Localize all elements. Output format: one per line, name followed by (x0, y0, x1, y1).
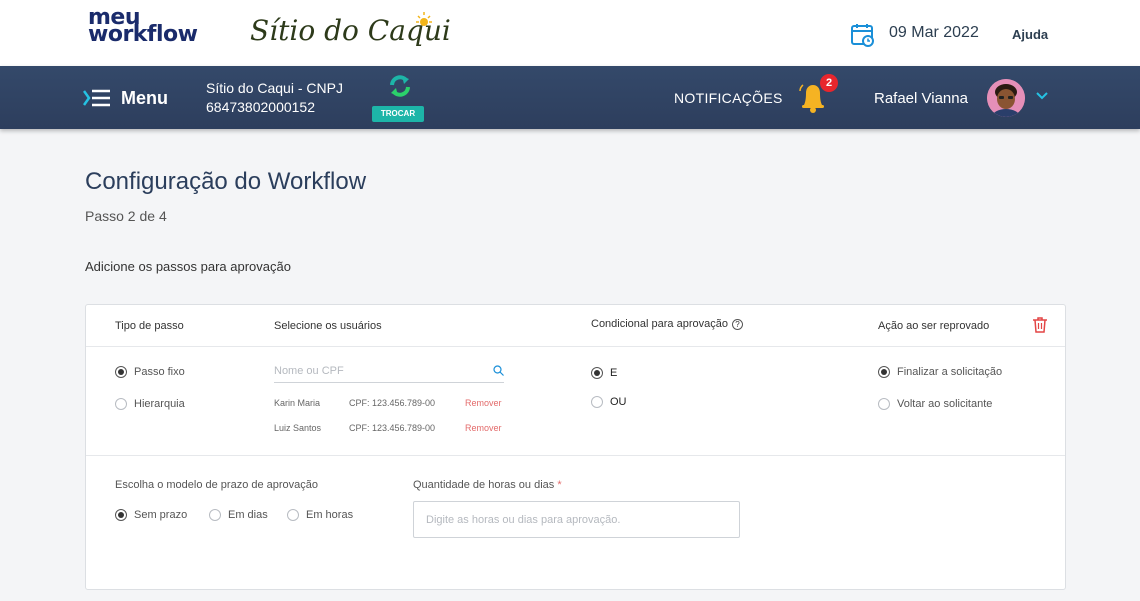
header-step-type: Tipo de passo (115, 320, 184, 332)
radio-voltar-solicitante[interactable]: Voltar ao solicitante (878, 398, 992, 410)
radio-label: Sem prazo (134, 509, 188, 521)
remove-user-button[interactable]: Remover (465, 423, 502, 433)
radio-indicator (878, 398, 890, 410)
user-cpf-cell: CPF: 123.456.789-00 (349, 423, 436, 433)
radio-label: Em horas (306, 509, 354, 521)
quantity-label-text: Quantidade de horas ou dias (413, 479, 555, 491)
current-date: 09 Mar 2022 (889, 24, 979, 41)
header-select-users: Selecione os usuários (274, 320, 382, 332)
header-approval-condition-label: Condicional para aprovação (591, 318, 728, 330)
user-search-field (274, 361, 504, 383)
user-cpf-cell: CPF: 123.456.789-00 (349, 398, 436, 408)
avatar-image (987, 79, 1025, 117)
radio-condition-ou[interactable]: OU (591, 396, 627, 408)
section-divider (86, 455, 1065, 456)
radio-selected-indicator (591, 367, 603, 379)
card-header: Tipo de passo Selecione os usuários Cond… (86, 305, 1065, 347)
radio-indicator (287, 509, 299, 521)
radio-indicator (115, 398, 127, 410)
radio-label: Voltar ao solicitante (897, 398, 993, 410)
menu-label: Menu (121, 87, 168, 108)
radio-label: OU (610, 396, 627, 408)
swap-company-button[interactable]: TROCAR (372, 106, 424, 122)
radio-selected-indicator (878, 366, 890, 378)
radio-em-dias[interactable]: Em dias (209, 509, 268, 521)
radio-selected-indicator (115, 509, 127, 521)
page-title: Configuração do Workflow (85, 168, 367, 195)
avatar[interactable] (987, 79, 1025, 117)
search-icon[interactable] (493, 365, 504, 376)
radio-condition-e[interactable]: E (591, 367, 617, 379)
logo-text-bottom: workflow (88, 22, 198, 47)
sun-icon (416, 12, 432, 26)
trash-icon[interactable] (1032, 316, 1048, 334)
instruction-text: Adicione os passos para aprovação (85, 259, 291, 274)
radio-passo-fixo[interactable]: Passo fixo (115, 366, 185, 378)
hours-days-input[interactable] (413, 501, 740, 538)
radio-label: Hierarquia (134, 398, 185, 410)
hamburger-menu-icon (83, 89, 110, 107)
radio-label: Finalizar a solicitação (897, 366, 1003, 378)
company-cnpj: 68473802000152 (206, 99, 316, 115)
header-approval-condition: Condicional para aprovação? (591, 318, 743, 330)
radio-finalizar-solicitacao[interactable]: Finalizar a solicitação (878, 366, 1002, 378)
step-indicator: Passo 2 de 4 (85, 208, 167, 224)
radio-sem-prazo[interactable]: Sem prazo (115, 509, 187, 521)
list-item: Luiz Santos CPF: 123.456.789-00 Remover (274, 423, 506, 437)
user-name-cell: Karin Maria (274, 398, 321, 408)
user-name[interactable]: Rafael Vianna (874, 90, 968, 107)
swap-icon[interactable] (387, 73, 413, 99)
notifications-badge: 2 (820, 74, 838, 92)
header-reject-action: Ação ao ser reprovado (878, 320, 990, 332)
chevron-down-icon[interactable] (1035, 90, 1049, 102)
user-name-cell: Luiz Santos (274, 423, 322, 433)
quantity-label: Quantidade de horas ou dias * (413, 479, 562, 491)
main-navbar: Menu (0, 66, 1140, 129)
notifications-label[interactable]: NOTIFICAÇÕES (674, 90, 783, 106)
radio-em-horas[interactable]: Em horas (287, 509, 353, 521)
top-header: meu workflow Sítio do Caqui 09 Mar 2022 … (0, 0, 1140, 66)
help-circle-icon[interactable]: ? (731, 319, 743, 330)
search-input[interactable] (274, 361, 484, 381)
deadline-model-label: Escolha o modelo de prazo de aprovação (115, 479, 319, 491)
company-name: Sítio do Caqui - CNPJ (206, 80, 343, 96)
approval-step-card: Tipo de passo Selecione os usuários Cond… (85, 304, 1066, 590)
radio-indicator (591, 396, 603, 408)
radio-selected-indicator (115, 366, 127, 378)
radio-hierarquia[interactable]: Hierarquia (115, 398, 185, 410)
radio-indicator (209, 509, 221, 521)
radio-label: Em dias (228, 509, 268, 521)
help-link[interactable]: Ajuda (1012, 27, 1048, 42)
required-mark: * (557, 479, 562, 491)
menu-button[interactable]: Menu (83, 84, 168, 112)
remove-user-button[interactable]: Remover (465, 398, 502, 408)
radio-label: E (610, 367, 618, 379)
radio-label: Passo fixo (134, 366, 185, 378)
calendar-icon (851, 24, 874, 47)
list-item: Karin Maria CPF: 123.456.789-00 Remover (274, 398, 506, 412)
